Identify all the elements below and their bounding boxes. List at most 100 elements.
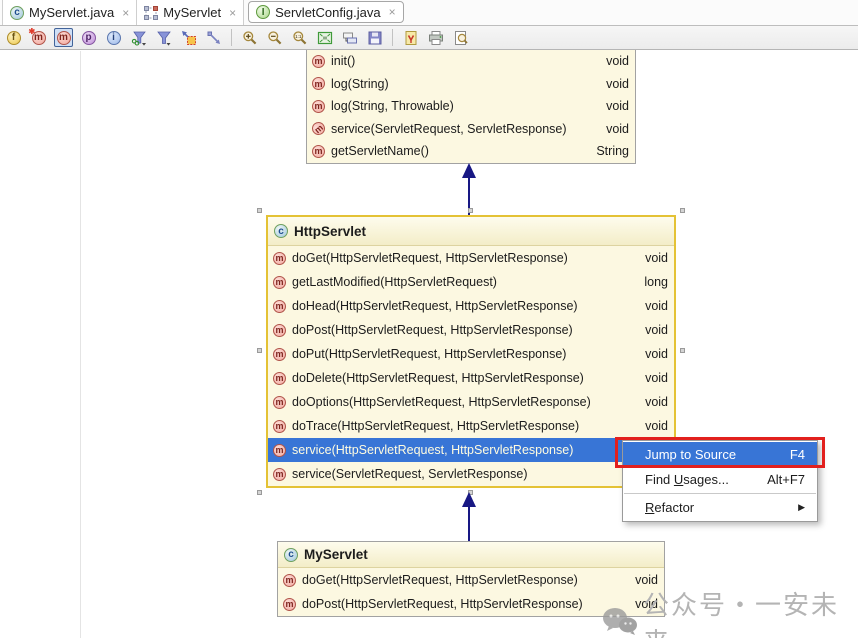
watermark-text: 公众号・一安未来 (643, 590, 840, 638)
method-row[interactable]: service(ServletRequest, ServletResponse)… (307, 118, 635, 141)
node-filter-button[interactable] (154, 28, 173, 47)
menu-item-refactor[interactable]: Refactor ▶ (623, 495, 817, 520)
class-icon (274, 224, 288, 238)
edge-filter-icon (131, 30, 147, 46)
toolbar-separator (231, 29, 232, 46)
save-icon (367, 30, 383, 46)
method-row[interactable]: doDelete(HttpServletRequest, HttpServlet… (268, 366, 674, 390)
close-icon[interactable]: × (229, 6, 236, 20)
method-icon (312, 144, 325, 158)
parent-class-node[interactable]: init() void log(String) void log(String,… (306, 50, 636, 164)
method-icon (312, 77, 325, 91)
annotation-highlight-box (615, 437, 825, 468)
tab-label: ServletConfig.java (275, 4, 381, 20)
fit-content-button[interactable] (315, 28, 334, 47)
print-button[interactable] (426, 28, 445, 47)
menu-separator (624, 493, 816, 494)
printer-icon (428, 30, 444, 46)
method-icon (273, 371, 286, 385)
filter-icon (156, 30, 172, 46)
method-icon (283, 597, 296, 611)
actual-size-icon: 1:1 (292, 30, 308, 46)
method-row[interactable]: init() void (307, 50, 635, 73)
method-row[interactable]: doGet(HttpServletRequest, HttpServletRes… (268, 246, 674, 270)
tab-myservlet-diagram[interactable]: MyServlet × (137, 0, 245, 25)
tab-myservlet-java[interactable]: MyServlet.java × (2, 0, 138, 25)
edge-creation-button[interactable] (204, 28, 223, 47)
method-row[interactable]: doOptions(HttpServletRequest, HttpServle… (268, 390, 674, 414)
constructors-icon: m (29, 27, 46, 45)
method-row[interactable]: doPut(HttpServletRequest, HttpServletRes… (268, 342, 674, 366)
method-row[interactable]: getServletName() String (307, 140, 635, 163)
show-fields-button[interactable]: f (4, 28, 23, 47)
methods-icon: m (56, 30, 71, 45)
method-row[interactable]: doTrace(HttpServletRequest, HttpServletR… (268, 414, 674, 438)
selection-handle[interactable] (680, 208, 685, 213)
dependencies-icon (181, 30, 197, 46)
export-to-file-button[interactable] (401, 28, 420, 47)
method-icon (312, 99, 325, 113)
edge-filter-button[interactable] (129, 28, 148, 47)
show-methods-button[interactable]: m (54, 28, 73, 47)
menu-shortcut: Alt+F7 (767, 472, 805, 487)
show-inner-classes-button[interactable]: i (104, 28, 123, 47)
zoom-out-button[interactable] (265, 28, 284, 47)
show-dependencies-button[interactable] (179, 28, 198, 47)
method-icon (273, 395, 286, 409)
method-row[interactable]: service(ServletRequest, ServletResponse) (268, 462, 674, 486)
close-icon[interactable]: × (122, 6, 129, 20)
apply-layout-button[interactable] (340, 28, 359, 47)
diagonal-arrow-icon (206, 30, 222, 46)
fields-icon: f (6, 30, 21, 45)
method-icon (273, 419, 286, 433)
submenu-arrow-icon: ▶ (798, 502, 805, 512)
properties-icon: p (81, 30, 96, 45)
method-icon (273, 347, 286, 361)
zoom-out-icon (267, 30, 283, 46)
node-header[interactable]: MyServlet (278, 542, 664, 568)
diagram-toolbar: f m m p i (0, 26, 858, 50)
zoom-in-button[interactable] (240, 28, 259, 47)
close-icon[interactable]: × (389, 5, 396, 19)
tab-servletconfig-java[interactable]: ServletConfig.java × (248, 1, 404, 23)
actual-size-button[interactable]: 1:1 (290, 28, 309, 47)
method-row[interactable]: doHead(HttpServletRequest, HttpServletRe… (268, 294, 674, 318)
uml-diagram-window: MyServlet.java × MyServlet × ServletConf… (0, 0, 858, 638)
node-title: HttpServlet (294, 223, 367, 239)
show-properties-button[interactable]: p (79, 28, 98, 47)
diagram-icon (144, 5, 159, 20)
print-preview-button[interactable] (451, 28, 470, 47)
method-row-selected[interactable]: service(HttpServletRequest, HttpServletR… (268, 438, 674, 462)
method-row[interactable]: doPost(HttpServletRequest, HttpServletRe… (268, 318, 674, 342)
wechat-icon (601, 605, 639, 638)
method-row[interactable]: getLastModified(HttpServletRequest) long (268, 270, 674, 294)
selection-handle[interactable] (257, 490, 262, 495)
node-title: MyServlet (304, 547, 368, 562)
node-header[interactable]: HttpServlet (268, 217, 674, 246)
method-row[interactable]: log(String) void (307, 73, 635, 96)
save-diagram-button[interactable] (365, 28, 384, 47)
export-file-icon (403, 30, 419, 46)
show-constructors-button[interactable]: m (29, 27, 48, 47)
zoom-in-icon (242, 30, 258, 46)
method-icon (273, 251, 286, 265)
canvas-divider (80, 51, 81, 638)
selection-handle[interactable] (680, 348, 685, 353)
method-icon (273, 275, 286, 289)
selection-handle[interactable] (257, 208, 262, 213)
interface-icon (256, 5, 271, 19)
arrow-up-icon (462, 492, 476, 507)
fit-content-icon (317, 30, 333, 46)
selection-handle[interactable] (257, 348, 262, 353)
editor-tab-bar: MyServlet.java × MyServlet × ServletConf… (0, 0, 858, 26)
arrow-up-icon (462, 163, 476, 178)
method-row[interactable]: log(String, Throwable) void (307, 95, 635, 118)
method-icon (312, 54, 325, 68)
class-icon (284, 547, 298, 562)
method-icon (273, 299, 286, 313)
method-icon (273, 323, 286, 337)
method-icon (273, 443, 286, 457)
abstract-method-icon (309, 119, 328, 138)
selection-handle[interactable] (468, 208, 473, 213)
menu-item-find-usages[interactable]: Find Usages... Alt+F7 (623, 467, 817, 492)
